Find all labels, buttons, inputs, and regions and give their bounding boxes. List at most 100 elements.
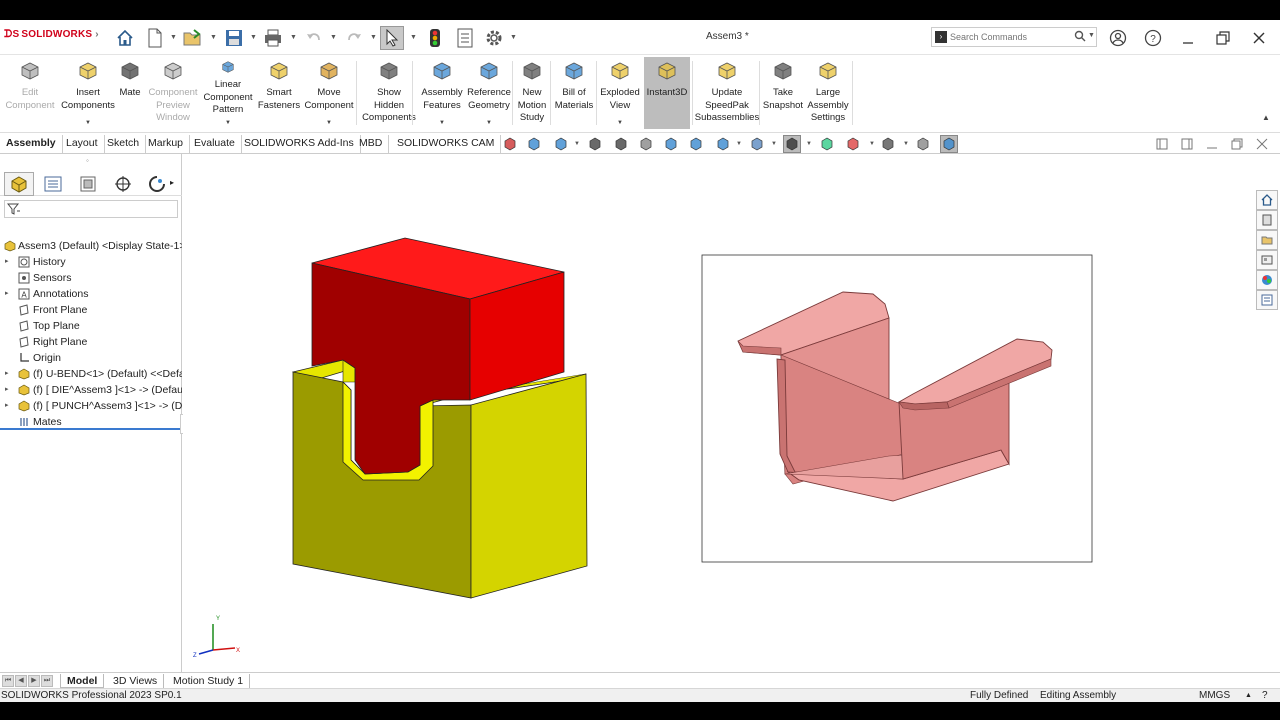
dynamic-annotation-icon[interactable] — [687, 135, 705, 153]
ribbon-button-instant3d[interactable]: Instant3D — [644, 57, 690, 129]
chevron-right-icon[interactable]: ▸ — [5, 366, 9, 382]
tree-item-sensors[interactable]: Sensors — [0, 270, 182, 286]
tab-markup[interactable]: Markup — [142, 135, 191, 153]
realview-icon[interactable] — [914, 135, 932, 153]
tree-root-assembly[interactable]: Assem3 (Default) <Display State-1> — [0, 238, 182, 254]
chevron-down-icon[interactable]: ▼ — [170, 34, 178, 42]
chevron-up-icon[interactable]: ▲ — [1245, 689, 1252, 702]
tab-next-icon[interactable]: ▶ — [28, 675, 40, 687]
ribbon-button-linear-pattern[interactable]: Linear Component Pattern ▼ — [202, 57, 254, 129]
file-properties-icon[interactable] — [453, 26, 477, 50]
chevron-right-icon[interactable]: ▸ — [5, 382, 9, 398]
ribbon-button-camera[interactable]: Take Snapshot — [762, 57, 804, 129]
chevron-down-icon[interactable]: ▼ — [617, 117, 623, 130]
design-library-icon[interactable] — [1256, 210, 1278, 230]
view-settings-icon[interactable] — [879, 135, 897, 153]
custom-properties-icon[interactable] — [1256, 290, 1278, 310]
ribbon-button-smart-fasteners[interactable]: Smart Fasteners — [258, 57, 300, 129]
model-viewport[interactable]: Y X Z — [183, 154, 1256, 672]
feature-manager-tab-icon[interactable] — [4, 172, 34, 196]
tab-evaluate[interactable]: Evaluate — [188, 135, 242, 153]
ribbon-button-reference-geometry[interactable]: Reference Geometry ▼ — [466, 57, 512, 129]
tab-solidworks-cam[interactable]: SOLIDWORKS CAM — [391, 135, 502, 153]
graphics-area[interactable]: Y X Z — [183, 154, 1256, 672]
section-view-icon[interactable] — [662, 135, 680, 153]
configuration-manager-tab-icon[interactable] — [73, 172, 103, 196]
view-orientation-icon[interactable] — [714, 135, 732, 153]
tab-assembly[interactable]: Assembly — [0, 135, 63, 153]
undo-icon[interactable] — [302, 26, 326, 50]
tree-item-top-plane[interactable]: Top Plane — [0, 318, 182, 334]
viewport-tile-left-icon[interactable] — [1153, 135, 1171, 153]
hide-show-items-icon[interactable] — [783, 135, 801, 153]
section-plane-icon[interactable] — [552, 135, 570, 153]
viewport-minimize-icon[interactable] — [1203, 135, 1221, 153]
chevron-right-icon[interactable]: ▸ — [170, 178, 174, 187]
search-input[interactable] — [950, 30, 1070, 44]
chevron-down-icon[interactable]: ▼ — [290, 34, 298, 42]
ribbon-button-speedpak[interactable]: Update SpeedPak Subassemblies — [695, 57, 759, 129]
ribbon-button-preview-window[interactable]: Component Preview Window — [147, 57, 199, 129]
solidworks-resources-home-icon[interactable] — [1256, 190, 1278, 210]
ribbon-button-edit-component[interactable]: Edit Component — [5, 57, 55, 129]
chevron-down-icon[interactable]: ▼ — [250, 34, 258, 42]
viewport-tile-right-icon[interactable] — [1178, 135, 1196, 153]
display-manager-tab-icon[interactable] — [142, 172, 172, 196]
bottom-tab-motion-study-1[interactable]: Motion Study 1 — [167, 674, 251, 688]
chevron-down-icon[interactable]: ▼ — [574, 141, 580, 147]
search-icon[interactable] — [1074, 30, 1086, 42]
traffic-light-icon[interactable] — [501, 135, 519, 153]
chevron-down-icon[interactable]: ▼ — [439, 117, 445, 130]
tab-prev-icon[interactable]: ◀ — [15, 675, 27, 687]
zoom-to-fit-icon[interactable] — [586, 135, 604, 153]
open-folder-icon[interactable] — [181, 26, 205, 50]
tree-item-history[interactable]: ▸ History — [0, 254, 182, 270]
ribbon-button-assembly-features[interactable]: Assembly Features ▼ — [420, 57, 464, 129]
select-pointer-icon[interactable] — [380, 26, 404, 50]
previous-view-icon[interactable] — [637, 135, 655, 153]
ribbon-button-exploded-view[interactable]: Exploded View ▼ — [598, 57, 642, 129]
chevron-down-icon[interactable]: ▼ — [210, 34, 218, 42]
tree-item-right-plane[interactable]: Right Plane — [0, 334, 182, 350]
viewport-close-icon[interactable] — [1253, 135, 1271, 153]
chevron-down-icon[interactable]: ▼ — [806, 141, 812, 147]
tab-first-icon[interactable]: ⏮ — [2, 675, 14, 687]
chevron-down-icon[interactable]: ▼ — [326, 117, 332, 130]
tree-item-f-punch-assem3-1-de[interactable]: ▸ (f) [ PUNCH^Assem3 ]<1> -> (De — [0, 398, 182, 414]
chevron-right-icon[interactable]: ▸ — [5, 254, 9, 270]
save-icon[interactable] — [222, 26, 246, 50]
chevron-right-icon[interactable]: ▸ — [5, 398, 9, 414]
tab-sketch[interactable]: Sketch — [101, 135, 147, 153]
chevron-down-icon[interactable]: ▼ — [330, 34, 338, 42]
options-gear-icon[interactable] — [482, 26, 506, 50]
ribbon-button-insert-components[interactable]: Insert Components ▼ — [60, 57, 116, 129]
tree-filter-field[interactable] — [4, 200, 178, 218]
chevron-down-icon[interactable]: ▼ — [1088, 32, 1095, 39]
search-commands[interactable]: › ▼ — [931, 27, 1097, 47]
view-orientation-axis-icon[interactable] — [525, 135, 543, 153]
chevron-right-icon[interactable]: ▸ — [5, 286, 9, 302]
apply-scene-icon[interactable] — [844, 135, 862, 153]
filter-funnel-icon[interactable] — [7, 203, 21, 215]
home-icon[interactable] — [113, 26, 137, 50]
tab-mbd[interactable]: MBD — [353, 135, 390, 153]
tree-item-front-plane[interactable]: Front Plane — [0, 302, 182, 318]
ribbon-button-large-assembly[interactable]: Large Assembly Settings — [806, 57, 850, 129]
solidworks-logo[interactable]: ᗪS SOLIDWORKS › — [4, 29, 99, 40]
tree-item-mates[interactable]: Mates — [0, 414, 182, 430]
chevron-down-icon[interactable]: ▼ — [869, 141, 875, 147]
chevron-down-icon[interactable]: ▼ — [410, 34, 418, 42]
rebuild-traffic-light-icon[interactable] — [423, 26, 447, 50]
tab-last-icon[interactable]: ⏭ — [41, 675, 53, 687]
redo-icon[interactable] — [342, 26, 366, 50]
status-help-icon[interactable]: ? — [1262, 689, 1268, 702]
ribbon-button-bom[interactable]: Bill of Materials — [553, 57, 595, 129]
file-explorer-icon[interactable] — [1256, 230, 1278, 250]
viewport-restore-icon[interactable] — [1228, 135, 1246, 153]
bottom-tab-3d-views[interactable]: 3D Views — [107, 674, 165, 688]
collapse-ribbon-icon[interactable]: ▲ — [1262, 113, 1270, 122]
tree-item-origin[interactable]: Origin — [0, 350, 182, 366]
minimize-icon[interactable] — [1178, 28, 1198, 48]
dimxpert-manager-tab-icon[interactable] — [108, 172, 138, 196]
print-icon[interactable] — [261, 26, 285, 50]
